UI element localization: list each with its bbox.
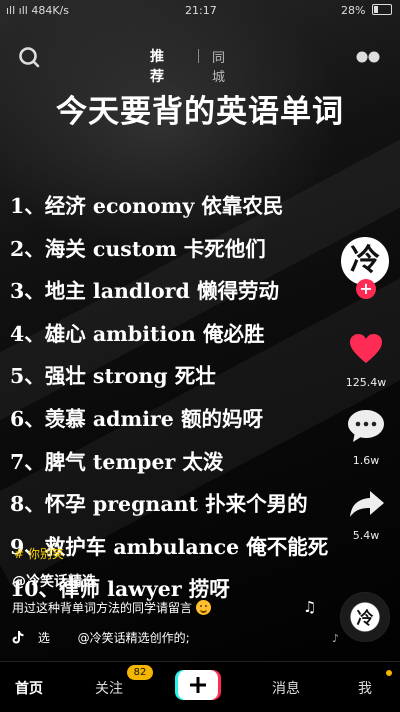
create-video-button[interactable]	[175, 670, 221, 700]
nav-home[interactable]: 首页	[15, 678, 43, 698]
heart-icon[interactable]	[349, 333, 383, 365]
tab-city[interactable]: 同城	[212, 47, 225, 85]
video-description: 用过这种背单词方法的同学请留言	[12, 599, 212, 616]
nav-messages[interactable]: 消息	[272, 678, 300, 698]
clock: 21:17	[185, 4, 217, 17]
share-count: 5.4w	[352, 529, 380, 542]
upside-down-face-icon	[196, 600, 212, 615]
nav-follow[interactable]: 关注	[95, 678, 123, 698]
word-item: 7、脾气 temper 太泼	[10, 449, 224, 474]
word-item: 1、经济 economy 依靠农民	[10, 194, 284, 218]
live-dots-icon[interactable]	[355, 50, 381, 64]
word-item: 4、雄心 ambition 俺必胜	[10, 321, 265, 346]
tab-divider	[198, 49, 199, 63]
signal-and-speed: ıll ıll 484K/s	[6, 4, 69, 17]
nav-me[interactable]: 我	[358, 678, 372, 698]
description-text: 用过这种背单词方法的同学请留言	[12, 601, 193, 615]
comment-count: 1.6w	[352, 454, 380, 467]
search-icon[interactable]	[18, 46, 40, 68]
follow-plus-button[interactable]: +	[356, 279, 376, 299]
word-item: 2、海关 custom 卡死他们	[10, 236, 266, 261]
word-item: 3、地主 landlord 懒得劳动	[10, 279, 279, 304]
comment-icon[interactable]	[346, 408, 386, 444]
battery-indicator: 28%	[341, 4, 392, 17]
music-prefix: 选	[37, 631, 50, 645]
floating-note-icon: ♪	[332, 632, 340, 645]
like-count: 125.4w	[345, 376, 387, 389]
word-item: 6、羡慕 admire 额的妈呀	[10, 406, 263, 431]
author-avatar[interactable]: 冷	[341, 237, 389, 285]
author-name[interactable]: @冷笑话精选	[12, 571, 96, 591]
hashtag[interactable]: # 你别笑	[14, 545, 64, 562]
notification-dot	[386, 670, 392, 676]
tab-recommend[interactable]: 推荐	[150, 46, 164, 86]
tiktok-note-icon	[12, 631, 24, 644]
battery-icon	[372, 4, 392, 15]
battery-percent: 28%	[341, 4, 366, 17]
word-item: 8、怀孕 pregnant 扑来个男的	[10, 492, 308, 517]
music-title: @冷笑话精选创作的;	[77, 631, 190, 645]
follow-badge: 82	[127, 665, 153, 680]
word-item: 5、强壮 strong 死壮	[10, 364, 216, 389]
music-info[interactable]: 选 @冷笑话精选创作的;	[12, 629, 190, 646]
status-bar: ıll ıll 484K/s 21:17 28%	[0, 0, 400, 22]
video-title: 今天要背的英语单词	[56, 94, 344, 130]
music-note-icon: ♫	[303, 598, 317, 616]
disc-label: 冷	[356, 609, 374, 629]
share-icon[interactable]	[349, 489, 385, 519]
